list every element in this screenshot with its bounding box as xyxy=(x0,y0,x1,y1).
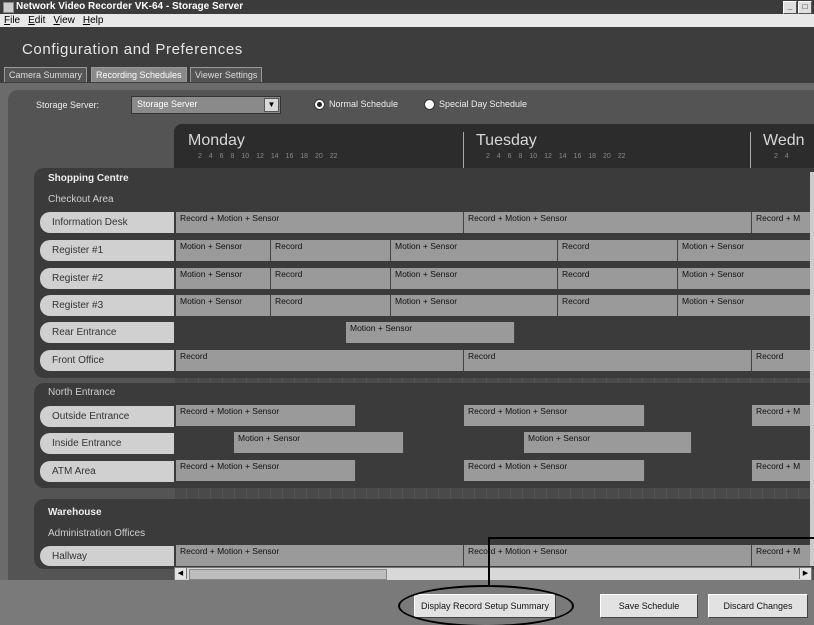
schedule-band[interactable]: Motion + Sensor xyxy=(391,268,558,289)
group-title-shopping-centre: Shopping Centre xyxy=(48,173,129,184)
page-header: Configuration and Preferences xyxy=(0,27,814,67)
schedule-band[interactable]: Motion + Sensor xyxy=(678,268,811,289)
schedule-band[interactable]: Motion + Sensor xyxy=(391,295,558,316)
schedule-band[interactable]: Motion + Sensor xyxy=(524,432,692,453)
storage-server-label: Storage Server: xyxy=(36,100,100,110)
schedule-band[interactable]: Motion + Sensor xyxy=(176,295,271,316)
schedule-band[interactable]: Motion + Sensor xyxy=(346,322,515,343)
schedule-band[interactable]: Motion + Sensor xyxy=(234,432,404,453)
tab-recording-schedules[interactable]: Recording Schedules xyxy=(91,67,187,82)
schedule-band[interactable]: Record + M xyxy=(752,212,811,233)
horizontal-scrollbar[interactable]: ◀ ▶ xyxy=(174,567,812,581)
schedule-band[interactable]: Record + M xyxy=(752,545,811,566)
app-window: Network Video Recorder VK-64 - Storage S… xyxy=(0,0,814,625)
schedule-band[interactable]: Record + Motion + Sensor xyxy=(464,460,645,481)
row-label-information-desk[interactable]: Information Desk xyxy=(40,212,174,233)
schedule-band[interactable]: Record + Motion + Sensor xyxy=(176,212,464,233)
schedule-band[interactable]: Record + M xyxy=(752,405,811,426)
title-bar: Network Video Recorder VK-64 - Storage S… xyxy=(0,0,814,14)
schedule-band[interactable]: Record + Motion + Sensor xyxy=(464,545,752,566)
schedule-band[interactable]: Record xyxy=(558,295,678,316)
schedule-band[interactable]: Record xyxy=(271,268,391,289)
minimize-button[interactable]: _ xyxy=(783,1,797,14)
day-tuesday: Tuesday xyxy=(476,132,537,149)
menu-file[interactable]: File xyxy=(4,14,20,27)
menu-view[interactable]: View xyxy=(53,14,75,27)
menu-help[interactable]: Help xyxy=(83,14,104,27)
hour-ticks-monday: 2 4 6 8 10 12 14 16 18 20 22 xyxy=(198,153,338,160)
row-label-inside-entrance[interactable]: Inside Entrance xyxy=(40,433,174,454)
radio-unselected-icon[interactable] xyxy=(424,99,435,110)
storage-server-value: Storage Server xyxy=(137,99,198,109)
day-wednesday: Wedn xyxy=(763,132,805,149)
schedule-band[interactable]: Record + Motion + Sensor xyxy=(176,460,356,481)
schedule-band[interactable]: Record xyxy=(271,295,391,316)
schedule-band[interactable]: Record + M xyxy=(752,460,811,481)
row-label-hallway[interactable]: Hallway xyxy=(40,546,174,566)
row-label-rear-entrance[interactable]: Rear Entrance xyxy=(40,322,174,343)
schedule-band[interactable]: Motion + Sensor xyxy=(678,240,811,261)
row-label-register-3[interactable]: Register #3 xyxy=(40,295,174,316)
hour-ticks-wednesday: 2 4 xyxy=(774,153,789,160)
day-header: Monday 2 4 6 8 10 12 14 16 18 20 22 Tues… xyxy=(174,124,814,172)
special-day-schedule-radio[interactable]: Special Day Schedule xyxy=(424,99,527,110)
schedule-band[interactable]: Record + Motion + Sensor xyxy=(176,405,356,426)
maximize-button[interactable]: □ xyxy=(798,1,812,14)
menu-edit[interactable]: Edit xyxy=(28,14,45,27)
day-monday: Monday xyxy=(188,132,245,149)
discard-changes-button[interactable]: Discard Changes xyxy=(708,594,808,618)
callout-line xyxy=(488,537,490,585)
group-title-warehouse: Warehouse xyxy=(48,507,102,518)
scroll-right-icon[interactable]: ▶ xyxy=(799,568,811,579)
tab-bar: Camera Summary Recording Schedules Viewe… xyxy=(0,66,814,83)
day-separator xyxy=(463,132,464,170)
tab-viewer-settings[interactable]: Viewer Settings xyxy=(190,67,263,82)
window-title: Network Video Recorder VK-64 - Storage S… xyxy=(16,1,244,12)
schedule-band[interactable]: Record xyxy=(558,268,678,289)
page-title: Configuration and Preferences xyxy=(22,41,243,58)
schedule-band[interactable]: Motion + Sensor xyxy=(391,240,558,261)
radio-selected-icon[interactable] xyxy=(314,99,325,110)
scroll-thumb[interactable] xyxy=(189,569,387,580)
schedule-band[interactable]: Record xyxy=(558,240,678,261)
schedule-band[interactable]: Record + Motion + Sensor xyxy=(464,212,752,233)
row-label-register-2[interactable]: Register #2 xyxy=(40,268,174,289)
storage-server-select[interactable]: Storage Server ▼ xyxy=(131,96,281,114)
callout-line xyxy=(488,537,814,539)
chevron-down-icon[interactable]: ▼ xyxy=(264,98,279,112)
subgroup-checkout-area: Checkout Area xyxy=(48,194,114,205)
schedule-band[interactable]: Record + Motion + Sensor xyxy=(176,545,464,566)
schedule-band[interactable]: Record xyxy=(176,350,464,371)
row-label-outside-entrance[interactable]: Outside Entrance xyxy=(40,406,174,427)
day-separator xyxy=(750,132,751,170)
schedule-band[interactable]: Record xyxy=(271,240,391,261)
subgroup-north-entrance: North Entrance xyxy=(48,387,116,398)
row-label-atm-area[interactable]: ATM Area xyxy=(40,461,174,482)
row-label-front-office[interactable]: Front Office xyxy=(40,350,174,371)
row-label-register-1[interactable]: Register #1 xyxy=(40,240,174,261)
app-icon xyxy=(3,2,14,13)
schedule-band[interactable]: Record xyxy=(752,350,811,371)
vertical-scrollbar[interactable] xyxy=(810,172,814,566)
scroll-left-icon[interactable]: ◀ xyxy=(175,568,187,579)
schedule-band[interactable]: Motion + Sensor xyxy=(176,240,271,261)
save-schedule-button[interactable]: Save Schedule xyxy=(600,594,698,618)
callout-oval xyxy=(398,585,574,625)
schedule-band[interactable]: Motion + Sensor xyxy=(678,295,811,316)
schedule-band[interactable]: Record + Motion + Sensor xyxy=(464,405,645,426)
special-day-schedule-label: Special Day Schedule xyxy=(439,99,528,109)
subgroup-administration-offices: Administration Offices xyxy=(48,528,146,539)
schedule-band[interactable]: Record xyxy=(464,350,752,371)
normal-schedule-radio[interactable]: Normal Schedule xyxy=(314,99,398,110)
tab-camera-summary[interactable]: Camera Summary xyxy=(4,67,88,82)
hour-ticks-tuesday: 2 4 6 8 10 12 14 16 18 20 22 xyxy=(486,153,626,160)
schedule-band[interactable]: Motion + Sensor xyxy=(176,268,271,289)
menu-bar: File Edit View Help xyxy=(0,14,814,27)
normal-schedule-label: Normal Schedule xyxy=(329,99,399,109)
